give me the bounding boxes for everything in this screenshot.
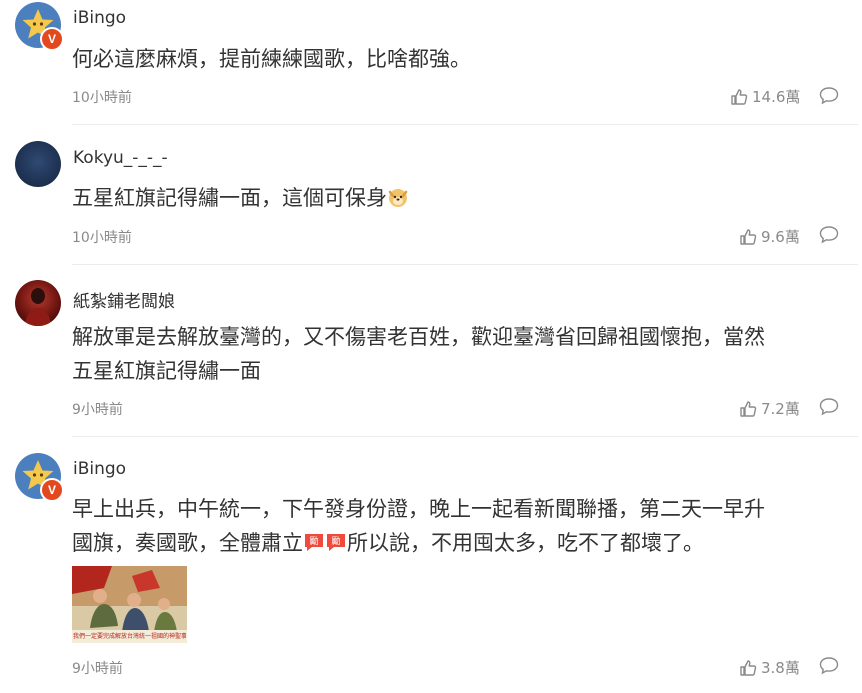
like-count: 7.2萬 (761, 400, 800, 418)
verified-badge: V (40, 27, 64, 51)
comment-text-line: 解放軍是去解放臺灣的，又不傷害老百姓，歡迎臺灣省回歸祖國懷抱，當然 (72, 325, 765, 349)
divider (72, 264, 858, 265)
comment-bubble-icon (819, 657, 839, 675)
username[interactable]: iBingo (73, 459, 126, 479)
comment-text-line: 早上出兵，中午統一，下午發身份證，晚上一起看新聞聯播，第二天一早升 (72, 497, 765, 521)
encourage-emoji-icon: 勵 (327, 534, 345, 551)
timestamp: 10小時前 (72, 230, 132, 246)
username[interactable]: 紙紮鋪老闆娘 (73, 287, 175, 312)
comment-bubble-icon (819, 87, 839, 105)
comment-text-segment: 國旗，奏國歌，全體肅立 (72, 531, 303, 555)
like-button[interactable]: 7.2萬 (739, 398, 800, 419)
divider (72, 124, 858, 125)
thumbs-up-icon (740, 659, 757, 676)
avatar-figure (25, 288, 51, 326)
reply-button[interactable] (818, 225, 840, 245)
doge-emoji-icon (388, 189, 408, 207)
avatar[interactable] (15, 280, 61, 326)
like-button[interactable]: 9.6萬 (739, 226, 800, 247)
emoji-label: 勵 (331, 536, 340, 547)
reply-button[interactable] (818, 656, 840, 676)
comment-bubble-icon (819, 226, 839, 244)
comment-bubble-icon (819, 398, 839, 416)
verified-badge: V (40, 478, 64, 502)
like-count: 14.6萬 (752, 88, 801, 106)
divider (72, 436, 858, 437)
comment-text: 何必這麼麻煩，提前練練國歌，比啥都強。 (72, 47, 471, 71)
like-button[interactable]: 3.8萬 (739, 657, 800, 678)
like-count: 3.8萬 (761, 659, 800, 677)
image-caption: 我們一定要完成解放台灣統一祖國的神聖事業 (73, 633, 186, 640)
thumbs-up-icon (731, 88, 748, 105)
emoji-label: 勵 (309, 536, 318, 547)
thumbs-up-icon (740, 400, 757, 417)
timestamp: 10小時前 (72, 90, 132, 106)
comment-text: 五星紅旗記得繡一面，這個可保身 (72, 181, 842, 215)
like-button[interactable]: 14.6萬 (730, 86, 800, 107)
comment-text-line: 國旗，奏國歌，全體肅立 勵 勵 所以說，不用囤太多，吃不了都壞了。 (72, 526, 842, 560)
username[interactable]: Kokyu_-_-_- (73, 148, 168, 168)
timestamp: 9小時前 (72, 661, 123, 677)
reply-button[interactable] (818, 86, 840, 106)
comment-text: 早上出兵，中午統一，下午發身份證，晚上一起看新聞聯播，第二天一早升 國旗，奏國歌… (72, 492, 842, 560)
reply-button[interactable] (818, 397, 840, 417)
comment-text: 解放軍是去解放臺灣的，又不傷害老百姓，歡迎臺灣省回歸祖國懷抱，當然 五星紅旗記得… (72, 320, 842, 388)
avatar[interactable] (15, 141, 61, 187)
username[interactable]: iBingo (73, 8, 126, 28)
attached-image[interactable]: 我們一定要完成解放台灣統一祖國的神聖事業 (72, 566, 187, 643)
like-count: 9.6萬 (761, 228, 800, 246)
timestamp: 9小時前 (72, 402, 123, 418)
comment-text-line: 五星紅旗記得繡一面 (72, 359, 261, 383)
comment-text-content: 五星紅旗記得繡一面，這個可保身 (72, 186, 387, 210)
thumbs-up-icon (740, 228, 757, 245)
comment-text-segment: 所以說，不用囤太多，吃不了都壞了。 (347, 531, 704, 555)
encourage-emoji-icon: 勵 (305, 534, 323, 551)
